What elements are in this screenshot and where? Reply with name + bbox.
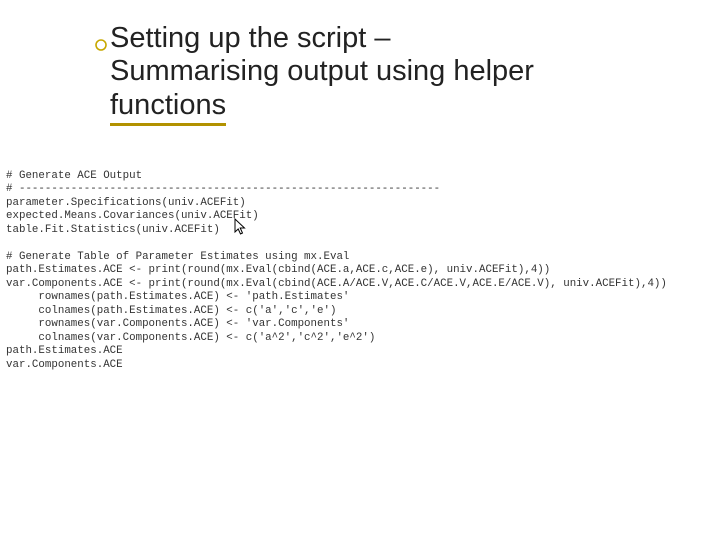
title-line-2: Summarising output using helper <box>110 55 534 87</box>
code-line: var.Components.ACE <box>6 359 123 371</box>
code-line: table.Fit.Statistics(univ.ACEFit) <box>6 224 220 236</box>
title-line-3: functions <box>110 89 226 126</box>
code-line: parameter.Specifications(univ.ACEFit) <box>6 197 246 209</box>
code-line: colnames(var.Components.ACE) <- c('a^2',… <box>6 332 375 344</box>
title-block: Setting up the script – Summarising outp… <box>110 22 670 126</box>
title-bullet-icon <box>95 38 107 56</box>
code-line: # --------------------------------------… <box>6 183 440 195</box>
slide: Setting up the script – Summarising outp… <box>0 0 720 540</box>
title-line-1: Setting up the script – <box>110 22 391 54</box>
code-block: # Generate ACE Output # ----------------… <box>6 170 716 372</box>
code-line: expected.Means.Covariances(univ.ACEFit) <box>6 210 259 222</box>
code-line: colnames(path.Estimates.ACE) <- c('a','c… <box>6 305 336 317</box>
code-line: # Generate ACE Output <box>6 170 142 182</box>
code-line: var.Components.ACE <- print(round(mx.Eva… <box>6 278 667 290</box>
slide-title: Setting up the script – Summarising outp… <box>110 22 670 122</box>
code-line: rownames(path.Estimates.ACE) <- 'path.Es… <box>6 291 349 303</box>
code-line: # Generate Table of Parameter Estimates … <box>6 251 349 263</box>
code-line: path.Estimates.ACE <- print(round(mx.Eva… <box>6 264 550 276</box>
code-line: rownames(var.Components.ACE) <- 'var.Com… <box>6 318 349 330</box>
code-line: path.Estimates.ACE <box>6 345 123 357</box>
